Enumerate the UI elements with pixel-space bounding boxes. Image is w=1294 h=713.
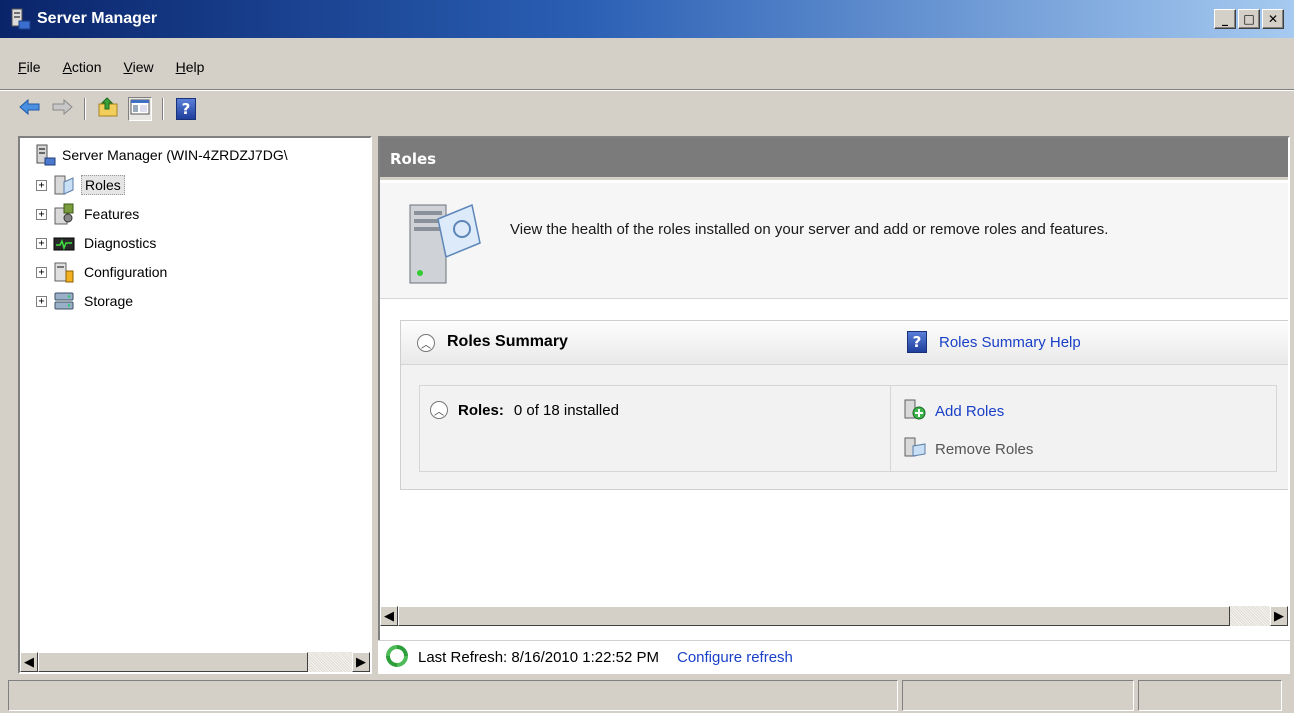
tree-item-label: Diagnostics	[84, 235, 157, 251]
collapse-icon[interactable]: ︿	[417, 334, 435, 352]
tree-item-label: Storage	[84, 293, 134, 309]
tree-item-label: Configuration	[84, 264, 168, 280]
help-icon: ?	[907, 331, 927, 353]
scroll-thumb[interactable]	[398, 606, 1230, 626]
show-hide-console-tree-icon	[130, 99, 150, 119]
forward-arrow-icon	[51, 98, 73, 120]
help-icon: ?	[176, 98, 196, 120]
toolbar: ?	[18, 95, 198, 123]
page-title: Roles	[380, 138, 1288, 180]
remove-roles-link[interactable]: Remove Roles	[903, 436, 1033, 462]
menu-view[interactable]: View	[114, 54, 166, 80]
roles-summary-help-label: Roles Summary Help	[939, 333, 1081, 351]
tree-item-diagnostics[interactable]: + Diagnostics	[36, 232, 159, 254]
minimize-button[interactable]: _	[1214, 9, 1236, 29]
collapse-icon[interactable]: ︿	[430, 401, 448, 419]
scroll-thumb[interactable]	[38, 652, 308, 672]
configuration-icon	[53, 261, 75, 283]
expand-icon[interactable]: +	[36, 237, 47, 249]
maximize-button[interactable]: □	[1238, 9, 1260, 29]
menu-action[interactable]: Action	[53, 54, 114, 80]
refresh-bar: Last Refresh: 8/16/2010 1:22:52 PM Confi…	[378, 640, 1290, 674]
scroll-track[interactable]	[308, 652, 352, 672]
forward-button[interactable]	[50, 97, 74, 121]
arrow-right-icon: ▶	[1274, 608, 1284, 624]
refresh-icon[interactable]	[386, 644, 408, 671]
menu-file[interactable]: File	[8, 54, 53, 80]
roles-description: View the health of the roles installed o…	[510, 221, 1109, 238]
content-horizontal-scrollbar[interactable]: ◀ ▶	[380, 606, 1288, 626]
roles-summary-section: ︿ Roles Summary ? Roles Summary Help ︿ R…	[400, 320, 1288, 490]
features-icon	[53, 203, 75, 225]
arrow-left-icon: ◀	[24, 654, 34, 670]
toolbar-separator	[162, 98, 164, 120]
roles-server-icon	[406, 197, 486, 287]
title-bar[interactable]: Server Manager _ □ ✕	[0, 0, 1294, 38]
tree-item-configuration[interactable]: + Configuration	[36, 261, 170, 283]
arrow-right-icon: ▶	[356, 654, 366, 670]
remove-roles-label: Remove Roles	[935, 440, 1034, 458]
expand-icon[interactable]: +	[36, 295, 47, 307]
roles-icon	[53, 174, 75, 196]
up-one-level-button[interactable]	[96, 97, 120, 121]
roles-summary-header: ︿ Roles Summary ? Roles Summary Help	[401, 321, 1288, 365]
tree-item-label: Roles	[81, 175, 125, 195]
tree-horizontal-scrollbar[interactable]: ◀ ▶	[20, 652, 370, 672]
diagnostics-icon	[53, 232, 75, 254]
scroll-right-button[interactable]: ▶	[352, 652, 370, 672]
expand-icon[interactable]: +	[36, 266, 47, 278]
description-area: View the health of the roles installed o…	[380, 183, 1288, 299]
tree-root-label: Server Manager (WIN-4ZRDZJ7DG\	[62, 147, 288, 163]
expand-icon[interactable]: +	[36, 208, 47, 220]
content-pane: Roles View the health of the roles insta…	[378, 136, 1290, 674]
menu-separator	[0, 89, 1294, 91]
roles-actions-panel: Add Roles Remove Roles	[890, 386, 1278, 472]
menu-help[interactable]: Help	[166, 54, 217, 80]
scroll-left-button[interactable]: ◀	[20, 652, 38, 672]
scroll-right-button[interactable]: ▶	[1270, 606, 1288, 626]
show-hide-console-tree-button[interactable]	[128, 97, 152, 121]
console-tree-pane: Server Manager (WIN-4ZRDZJ7DG\ + Roles +…	[18, 136, 372, 674]
tree-item-storage[interactable]: + Storage	[36, 290, 136, 312]
storage-icon	[53, 290, 75, 312]
roles-subsection: ︿ Roles: 0 of 18 installed Add Roles Rem…	[419, 385, 1277, 472]
scroll-left-button[interactable]: ◀	[380, 606, 398, 626]
window-title: Server Manager	[37, 10, 158, 27]
server-icon	[34, 144, 56, 166]
server-manager-app-icon	[9, 8, 31, 30]
status-bar	[0, 680, 1294, 713]
remove-roles-icon	[903, 436, 927, 462]
last-refresh-text: Last Refresh: 8/16/2010 1:22:52 PM	[418, 649, 659, 666]
back-button[interactable]	[18, 97, 42, 121]
configure-refresh-link[interactable]: Configure refresh	[677, 649, 793, 666]
status-cell-main	[8, 680, 898, 711]
roles-count-value: 0 of 18 installed	[513, 401, 619, 419]
up-folder-icon	[97, 97, 119, 121]
status-cell-tertiary	[1138, 680, 1282, 711]
roles-summary-title: Roles Summary	[447, 333, 568, 350]
roles-label: Roles:	[458, 401, 504, 419]
close-button[interactable]: ✕	[1262, 9, 1284, 29]
tree-root-server-manager[interactable]: Server Manager (WIN-4ZRDZJ7DG\	[34, 144, 288, 166]
menu-bar: File Action View Help	[8, 54, 216, 80]
expand-icon[interactable]: +	[36, 179, 47, 191]
roles-summary-help-link[interactable]: ? Roles Summary Help	[907, 331, 1081, 353]
toolbar-separator	[84, 98, 86, 120]
tree-item-features[interactable]: + Features	[36, 203, 142, 225]
add-roles-icon	[903, 398, 927, 424]
add-roles-label: Add Roles	[935, 402, 1005, 420]
tree-item-label: Features	[84, 206, 140, 222]
roles-count-row: ︿ Roles: 0 of 18 installed	[430, 401, 619, 419]
add-roles-link[interactable]: Add Roles	[903, 398, 1004, 424]
window-controls: _ □ ✕	[1214, 9, 1284, 29]
tree-item-roles[interactable]: + Roles	[36, 174, 125, 196]
arrow-left-icon: ◀	[384, 608, 394, 624]
scroll-track[interactable]	[1230, 606, 1270, 626]
help-toolbar-button[interactable]: ?	[174, 97, 198, 121]
back-arrow-icon	[19, 98, 41, 120]
status-cell-secondary	[902, 680, 1134, 711]
